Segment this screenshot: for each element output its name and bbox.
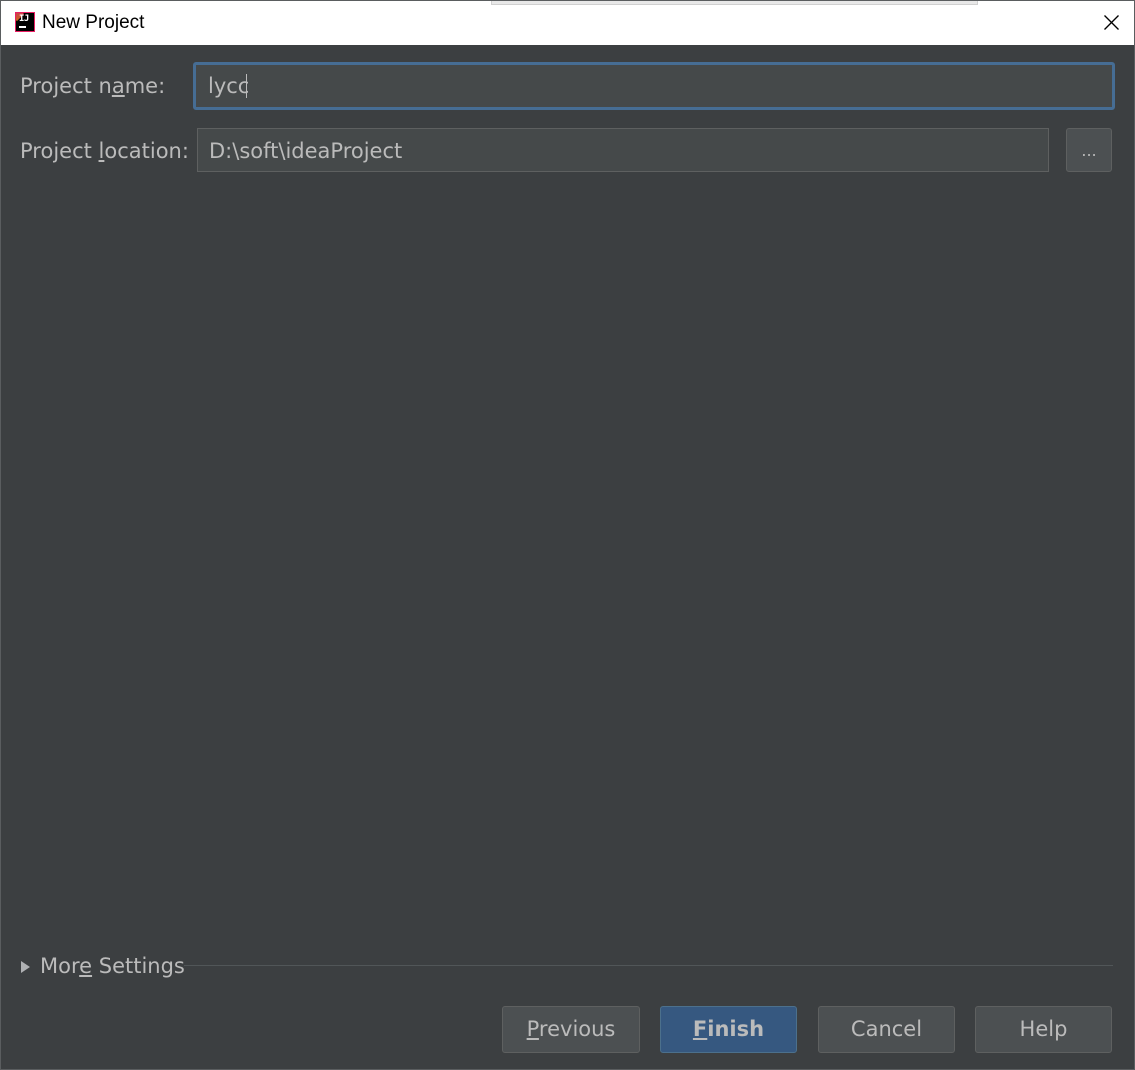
cancel-button[interactable]: Cancel xyxy=(818,1006,955,1053)
new-project-dialog: IJ New Project Project name: lycc Projec… xyxy=(0,0,1135,1070)
text-caret xyxy=(246,74,248,98)
close-icon xyxy=(1104,15,1119,30)
project-location-label: Project location: xyxy=(20,139,189,163)
browse-location-button[interactable]: ... xyxy=(1066,128,1112,172)
finish-button[interactable]: Finish xyxy=(660,1006,797,1053)
help-button[interactable]: Help xyxy=(975,1006,1112,1053)
more-settings-label: More Settings xyxy=(40,954,185,978)
more-settings-divider xyxy=(184,965,1113,966)
project-name-label: Project name: xyxy=(20,74,166,98)
project-name-input[interactable]: lycc xyxy=(193,62,1115,110)
expand-triangle-icon xyxy=(21,961,30,973)
window-title: New Project xyxy=(42,12,145,33)
previous-button[interactable]: Previous xyxy=(502,1006,640,1053)
project-location-input[interactable]: D:\soft\ideaProject xyxy=(197,128,1049,172)
background-window-edge xyxy=(491,1,978,5)
project-name-value: lycc xyxy=(208,74,250,98)
close-button[interactable] xyxy=(1088,1,1134,45)
intellij-idea-icon: IJ xyxy=(15,12,35,32)
project-location-value: D:\soft\ideaProject xyxy=(209,139,403,163)
title-bar: IJ New Project xyxy=(1,1,1134,45)
